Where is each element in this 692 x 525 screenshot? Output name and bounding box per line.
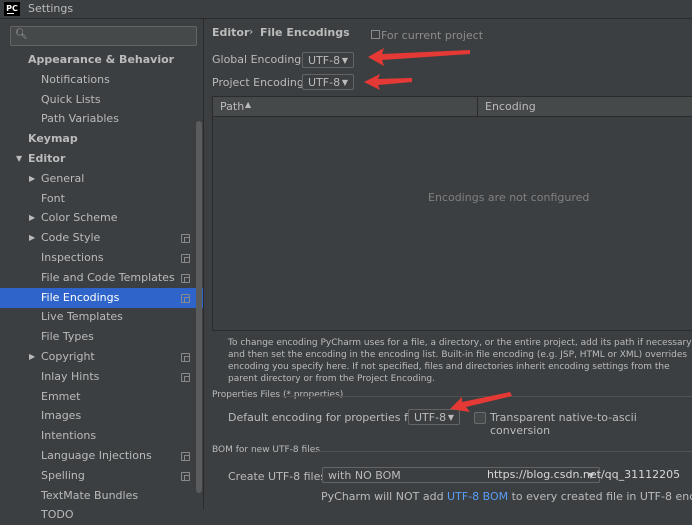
annotation-arrow <box>450 392 512 412</box>
annotation-arrow <box>364 74 412 90</box>
annotation-arrows <box>364 48 512 412</box>
annotation-arrow <box>368 48 470 66</box>
